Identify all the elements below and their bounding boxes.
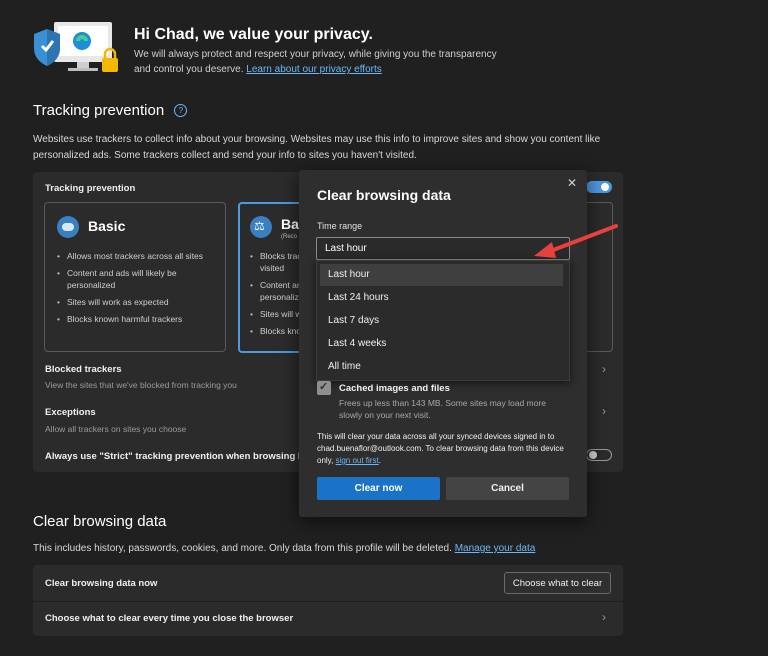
cached-images-subtitle: Frees up less than 143 MB. Some sites ma… (339, 398, 546, 420)
clear-browsing-data-description: This includes history, passwords, cookie… (33, 541, 733, 557)
balanced-icon-glyph: ⚖ (254, 219, 265, 233)
tracking-prevention-toggle[interactable] (586, 181, 612, 193)
exceptions-subtitle: Allow all trackers on sites you choose (45, 424, 187, 434)
tracking-prevention-heading: Tracking prevention ? (33, 102, 188, 119)
clear-desc-text: This includes history, passwords, cookie… (33, 543, 452, 554)
time-range-option[interactable]: All time (320, 356, 563, 378)
exceptions-title[interactable]: Exceptions (45, 407, 96, 418)
close-icon[interactable]: ✕ (567, 176, 577, 190)
sync-notice-text2: . To clear browsing data from this (421, 444, 539, 453)
time-range-option[interactable]: Last 7 days (320, 310, 563, 332)
tracking-prevention-description: Websites use trackers to collect info ab… (33, 132, 733, 164)
privacy-description-line2: and control you deserve. Learn about our… (134, 62, 554, 77)
tracking-desc-line2: personalized ads. Some trackers collect … (33, 150, 417, 161)
privacy-illustration (32, 20, 122, 76)
sign-out-link[interactable]: sign out first (336, 456, 379, 465)
tracking-prevention-label: Tracking prevention (45, 183, 136, 194)
cached-images-checkbox[interactable]: ✓ (317, 381, 331, 395)
balanced-bullet: Sites will w (248, 308, 304, 320)
clear-now-label: Clear browsing data now (45, 578, 158, 589)
privacy-description-line1: We will always protect and respect your … (134, 49, 497, 60)
privacy-illustration-graphic (34, 22, 118, 72)
basic-icon (57, 216, 79, 238)
strict-inprivate-label: Always use "Strict" tracking prevention … (45, 451, 301, 462)
time-range-dropdown: Last hour Last 24 hours Last 7 days Last… (316, 260, 570, 381)
clear-card-divider (33, 601, 623, 602)
checkmark-icon: ✓ (319, 381, 329, 393)
blocked-trackers-title[interactable]: Blocked trackers (45, 364, 122, 375)
toggle-knob (601, 183, 609, 191)
learn-privacy-link[interactable]: Learn about our privacy efforts (246, 64, 381, 75)
time-range-option[interactable]: Last 4 weeks (320, 333, 563, 355)
basic-bullets: Allows most trackers across all sites Co… (55, 250, 215, 330)
basic-bullet: Allows most trackers across all sites (55, 250, 215, 262)
dialog-title: Clear browsing data (317, 187, 451, 203)
privacy-description: We will always protect and respect your … (134, 47, 554, 77)
clear-browsing-data-heading: Clear browsing data (33, 513, 167, 530)
sync-notice-period: . (378, 456, 381, 465)
strict-inprivate-toggle[interactable] (586, 449, 612, 461)
balanced-option[interactable]: ⚖ Bal (Reco Blocks trac visited Content … (238, 202, 306, 353)
tracking-prevention-title: Tracking prevention (33, 102, 165, 119)
blocked-trackers-subtitle: View the sites that we've blocked from t… (45, 380, 237, 390)
sync-email: chad.buenaflor@outlook.com (317, 444, 422, 453)
clear-now-button[interactable]: Clear now (317, 477, 440, 500)
balanced-icon: ⚖ (250, 216, 272, 238)
time-range-value: Last hour (325, 243, 367, 254)
tracking-desc-line1: Websites use trackers to collect info ab… (33, 134, 601, 145)
clear-on-close-chevron-icon[interactable]: › (602, 610, 606, 624)
basic-bullet: Blocks known harmful trackers (55, 313, 215, 325)
blocked-trackers-chevron-icon[interactable]: › (602, 362, 606, 376)
balanced-bullet: Blocks kno (248, 325, 304, 337)
sync-notice-text1: This will clear your data across all you… (317, 432, 555, 441)
help-icon[interactable]: ? (174, 104, 188, 117)
manage-data-link[interactable]: Manage your data (455, 543, 536, 554)
toggle-knob (589, 451, 597, 459)
balanced-bullets: Blocks trac visited Content an personali… (248, 250, 304, 342)
annotation-arrow (534, 224, 618, 258)
exceptions-chevron-icon[interactable]: › (602, 404, 606, 418)
time-range-option[interactable]: Last hour (320, 264, 563, 286)
time-range-label: Time range (317, 221, 363, 231)
sync-notice: This will clear your data across all you… (317, 431, 579, 467)
cancel-button[interactable]: Cancel (446, 477, 569, 500)
balanced-bullet: Content an personaliz (248, 279, 304, 303)
balanced-bullet: Blocks trac visited (248, 250, 304, 274)
basic-icon-shape (62, 223, 74, 231)
choose-what-to-clear-button[interactable]: Choose what to clear (504, 572, 611, 594)
balanced-sublabel: (Reco (281, 234, 298, 240)
basic-option[interactable]: Basic Allows most trackers across all si… (44, 202, 226, 352)
clear-on-close-label[interactable]: Choose what to clear every time you clos… (45, 613, 293, 624)
basic-bullet: Sites will work as expected (55, 296, 215, 308)
basic-bullet: Content and ads will likely be personali… (55, 267, 215, 291)
cached-images-title: Cached images and files (339, 383, 450, 394)
time-range-option[interactable]: Last 24 hours (320, 287, 563, 309)
privacy-description-line2-text: and control you deserve. (134, 64, 244, 75)
basic-label: Basic (88, 218, 126, 234)
privacy-greeting: Hi Chad, we value your privacy. (134, 26, 373, 43)
